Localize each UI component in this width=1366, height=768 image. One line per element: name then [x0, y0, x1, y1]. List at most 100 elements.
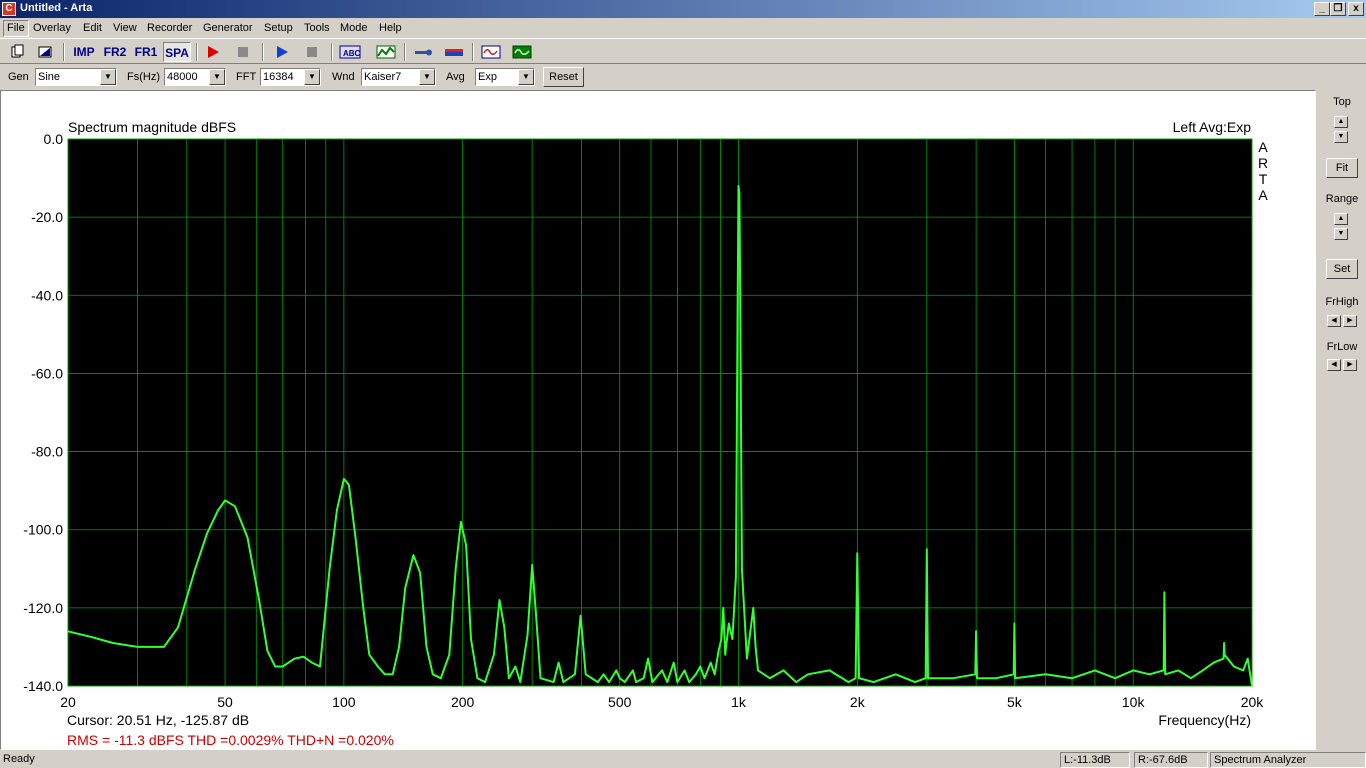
frhigh-left-button[interactable]: ◀ [1327, 315, 1341, 327]
menu-edit[interactable]: Edit [80, 21, 105, 36]
y-tick-label: -120.0 [23, 600, 63, 616]
spectrum-chart[interactable]: Spectrum magnitude dBFS Left Avg:Exp A R… [1, 91, 1315, 749]
menu-generator[interactable]: Generator [200, 21, 256, 36]
waveform-icon[interactable] [480, 42, 502, 62]
title-bar: C Untitled - Arta _ ❐ x [0, 0, 1366, 18]
menu-tools[interactable]: Tools [301, 21, 333, 36]
window-select-value: Kaiser7 [364, 71, 402, 83]
close-button[interactable]: x [1348, 2, 1364, 16]
bar-icon[interactable] [443, 42, 465, 62]
range-label: Range [1325, 193, 1359, 205]
status-mode: Spectrum Analyzer [1210, 752, 1366, 768]
menu-setup[interactable]: Setup [261, 21, 296, 36]
chevron-down-icon[interactable]: ▼ [100, 69, 116, 85]
window-select[interactable]: Kaiser7 ▼ [361, 68, 436, 86]
frlow-left-button[interactable]: ◀ [1327, 359, 1341, 371]
range-down-button[interactable]: ▼ [1334, 228, 1348, 240]
spectrum-mode-button[interactable]: SPA [163, 42, 191, 62]
toolbar-separator [472, 43, 474, 61]
minimize-button[interactable]: _ [1314, 2, 1330, 16]
app-icon: C [2, 2, 16, 16]
chart-title: Spectrum magnitude dBFS [68, 119, 236, 135]
x-tick-label: 200 [451, 694, 475, 710]
brand-letter: A [1258, 187, 1268, 203]
brand-letter: R [1258, 155, 1268, 171]
toolbar-separator [196, 43, 198, 61]
reset-button[interactable]: Reset [543, 67, 584, 87]
averaging-select[interactable]: Exp ▼ [475, 68, 535, 86]
chevron-down-icon[interactable]: ▼ [304, 69, 320, 85]
status-ready: Ready [3, 753, 35, 765]
chevron-down-icon[interactable]: ▼ [419, 69, 435, 85]
x-tick-label: 20k [1241, 694, 1265, 710]
y-tick-label: 0.0 [44, 131, 64, 147]
fft-size-select-value: 16384 [263, 71, 294, 83]
top-down-button[interactable]: ▼ [1334, 131, 1348, 143]
generator-select[interactable]: Sine ▼ [35, 68, 117, 86]
y-tick-label: -100.0 [23, 522, 63, 538]
top-label: Top [1333, 96, 1351, 108]
stop-icon[interactable] [302, 42, 322, 62]
x-tick-label: 500 [608, 694, 632, 710]
x-tick-label: 1k [731, 694, 747, 710]
play-blue-icon[interactable] [272, 42, 292, 62]
frhigh-label: FrHigh [1325, 296, 1359, 308]
fr1-mode-button[interactable]: FR1 [132, 42, 160, 62]
generator-select-value: Sine [38, 71, 61, 83]
record-red-icon[interactable] [203, 42, 223, 62]
cursor-readout: Cursor: 20.51 Hz, -125.87 dB [67, 712, 249, 728]
avg-label: Avg [446, 71, 465, 83]
new-file-icon[interactable] [8, 42, 26, 62]
averaging-select-value: Exp [478, 71, 497, 83]
x-tick-label: 10k [1122, 694, 1146, 710]
restore-button[interactable]: ❐ [1330, 2, 1346, 16]
status-right-level: R:-67.6dB [1134, 752, 1208, 768]
menu-recorder[interactable]: Recorder [144, 21, 195, 36]
chevron-down-icon[interactable]: ▼ [209, 69, 225, 85]
channel-avg-info: Left Avg:Exp [1173, 119, 1252, 135]
window-title: Untitled - Arta [20, 2, 93, 14]
frlow-right-button[interactable]: ▶ [1343, 359, 1357, 371]
toolbar-separator [262, 43, 264, 61]
menu-overlay[interactable]: Overlay [30, 21, 74, 36]
brand-letter: T [1259, 171, 1268, 187]
top-up-button[interactable]: ▲ [1334, 116, 1348, 128]
sample-rate-select[interactable]: 48000 ▼ [164, 68, 226, 86]
plot-area[interactable] [68, 139, 1252, 686]
frhigh-right-button[interactable]: ▶ [1343, 315, 1357, 327]
y-tick-label: -140.0 [23, 678, 63, 694]
fs-label: Fs(Hz) [127, 71, 160, 83]
toolbar-separator [404, 43, 406, 61]
chart-panel: Spectrum magnitude dBFS Left Avg:Exp A R… [0, 90, 1316, 750]
status-bar: Ready L:-11.3dB R:-67.6dB Spectrum Analy… [0, 750, 1366, 768]
chevron-down-icon[interactable]: ▼ [518, 69, 534, 85]
menu-mode[interactable]: Mode [337, 21, 371, 36]
menu-help[interactable]: Help [376, 21, 405, 36]
open-file-icon[interactable] [36, 42, 54, 62]
range-up-button[interactable]: ▲ [1334, 213, 1348, 225]
stop-icon[interactable] [233, 42, 253, 62]
abc-icon[interactable]: ABC [338, 42, 362, 62]
y-tick-label: -40.0 [31, 287, 63, 303]
parameter-bar: Gen Sine ▼ Fs(Hz) 48000 ▼ FFT 16384 ▼ Wn… [0, 64, 1366, 90]
x-tick-label: 50 [217, 694, 233, 710]
wrench-icon[interactable] [412, 42, 434, 62]
menu-view[interactable]: View [110, 21, 140, 36]
oscilloscope-icon[interactable] [511, 42, 533, 62]
x-tick-label: 20 [60, 694, 76, 710]
toolbar: IMP FR2 FR1 SPA ABC [0, 38, 1366, 64]
gen-label: Gen [8, 71, 29, 83]
svg-text:ABC: ABC [343, 49, 361, 58]
y-tick-label: -80.0 [31, 444, 63, 460]
toolbar-separator [331, 43, 333, 61]
menu-file[interactable]: File [3, 20, 29, 37]
fft-label: FFT [236, 71, 257, 83]
graph-icon[interactable] [375, 42, 397, 62]
impulse-mode-button[interactable]: IMP [70, 42, 98, 62]
fit-button[interactable]: Fit [1326, 158, 1358, 178]
brand-letter: A [1258, 139, 1268, 155]
fr2-mode-button[interactable]: FR2 [101, 42, 129, 62]
fft-size-select[interactable]: 16384 ▼ [260, 68, 321, 86]
x-tick-label: 5k [1007, 694, 1023, 710]
set-button[interactable]: Set [1326, 259, 1358, 279]
